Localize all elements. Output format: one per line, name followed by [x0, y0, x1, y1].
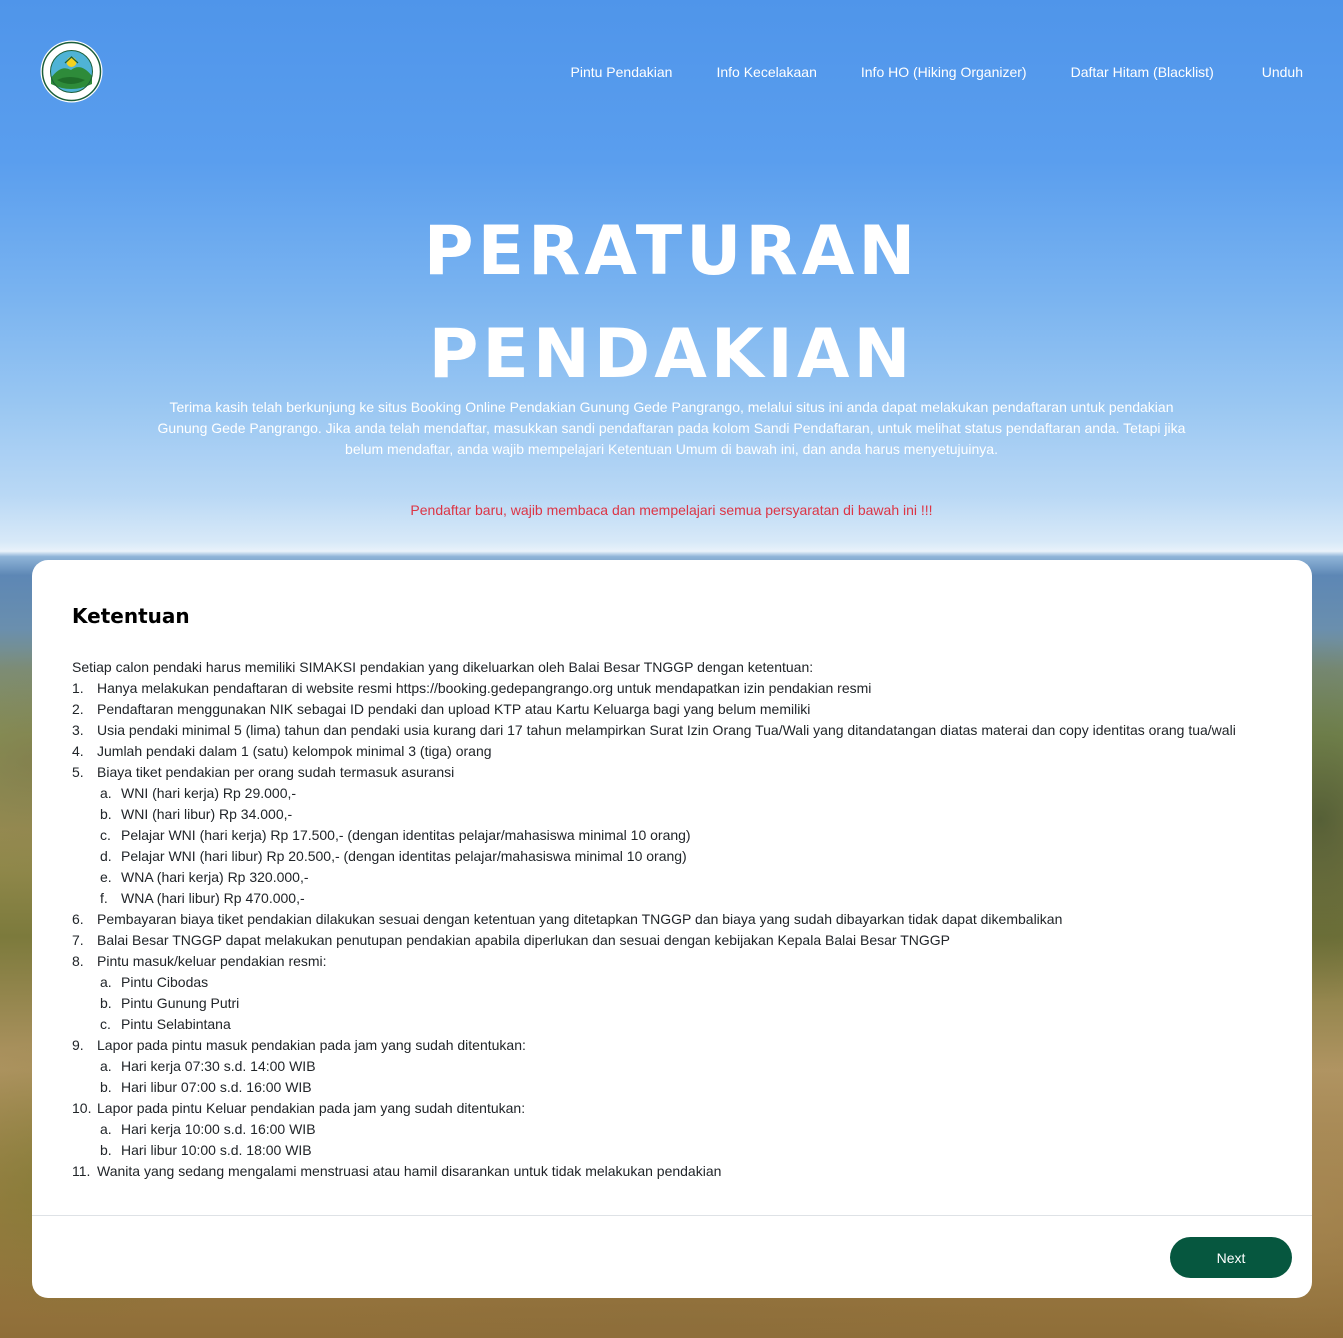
- rule-subitem: b. Pintu Gunung Putri: [72, 993, 1282, 1014]
- rule-subitem-letter: c.: [100, 827, 111, 843]
- rules-card-body: Ketentuan Setiap calon pendaki harus mem…: [72, 604, 1282, 1182]
- rule-subitem-text: Hari kerja 10:00 s.d. 16:00 WIB: [121, 1121, 316, 1137]
- rule-item: 1. Hanya melakukan pendaftaran di website…: [72, 678, 1282, 699]
- rule-subitem-letter: e.: [100, 869, 112, 885]
- rule-subitem: d. Pelajar WNI (hari libur) Rp 20.500,- (…: [72, 846, 1282, 867]
- rule-item: 5. Biaya tiket pendakian per orang sudah …: [72, 762, 1282, 783]
- rule-number: 2.: [72, 701, 84, 717]
- rule-text: Balai Besar TNGGP dapat melakukan penutu…: [97, 932, 951, 948]
- rule-subitem-text: WNI (hari libur) Rp 34.000,-: [121, 806, 293, 822]
- rule-subitem-letter: b.: [100, 1142, 112, 1158]
- rule-item: 8. Pintu masuk/keluar pendakian resmi:: [72, 951, 1282, 972]
- rule-item: 6. Pembayaran biaya tiket pendakian dilak…: [72, 909, 1282, 930]
- rule-subitem-text: Pelajar WNI (hari libur) Rp 20.500,- (de…: [121, 848, 687, 864]
- rule-number: 10.: [72, 1100, 92, 1116]
- rule-item: 4. Jumlah pendaki dalam 1 (satu) kelompok…: [72, 741, 1282, 762]
- rule-number: 4.: [72, 743, 84, 759]
- nav-link-unduh[interactable]: Unduh: [1262, 62, 1303, 82]
- rule-item: 7. Balai Besar TNGGP dapat melakukan penu…: [72, 930, 1282, 951]
- rules-intro: Setiap calon pendaki harus memiliki SIMA…: [72, 659, 814, 675]
- hero-title-line-2: PENDAKIAN: [428, 315, 915, 394]
- rule-subitem: b. Hari libur 10:00 s.d. 18:00 WIB: [72, 1140, 1282, 1161]
- rule-subitem: b. Hari libur 07:00 s.d. 16:00 WIB: [72, 1077, 1282, 1098]
- navbar: Pintu Pendakian Info Kecelakaan Info HO …: [0, 0, 1343, 145]
- registration-warning: Pendaftar baru, wajib membaca dan mempel…: [410, 502, 933, 518]
- rule-subitem-text: Pelajar WNI (hari kerja) Rp 17.500,- (de…: [121, 827, 691, 843]
- rules-title: Ketentuan: [72, 604, 190, 628]
- nav-menu: Pintu Pendakian Info Kecelakaan Info HO …: [571, 62, 1304, 82]
- rule-subitem: c. Pelajar WNI (hari kerja) Rp 17.500,- (…: [72, 825, 1282, 846]
- park-logo-emblem: [40, 40, 103, 103]
- rule-number: 1.: [72, 680, 84, 696]
- rule-number: 6.: [72, 911, 84, 927]
- rule-item: 11. Wanita yang sedang mengalami menstrua…: [72, 1161, 1282, 1182]
- rule-item: 2. Pendaftaran menggunakan NIK sebagai ID…: [72, 699, 1282, 720]
- rule-subitem-text: WNA (hari libur) Rp 470.000,-: [121, 890, 305, 906]
- rule-subitem-text: WNI (hari kerja) Rp 29.000,-: [121, 785, 297, 801]
- rule-subitem: a. WNI (hari kerja) Rp 29.000,-: [72, 783, 1282, 804]
- rule-subitem-letter: a.: [100, 974, 112, 990]
- rule-item: 9. Lapor pada pintu masuk pendakian pada …: [72, 1035, 1282, 1056]
- hero-title-line-1: PERATURAN: [423, 212, 920, 291]
- rule-number: 9.: [72, 1037, 84, 1053]
- rule-subitem-letter: a.: [100, 1121, 112, 1137]
- rule-text: Pintu masuk/keluar pendakian resmi:: [97, 953, 327, 969]
- hero-title: PERATURAN PENDAKIAN: [0, 200, 1343, 406]
- rule-subitem-letter: c.: [100, 1016, 111, 1032]
- rule-subitem-text: WNA (hari kerja) Rp 320.000,-: [121, 869, 309, 885]
- rule-subitem: a. Hari kerja 10:00 s.d. 16:00 WIB: [72, 1119, 1282, 1140]
- hero-description: Terima kasih telah berkunjung ke situs B…: [157, 399, 1186, 457]
- rule-subitem: a. Pintu Cibodas: [72, 972, 1282, 993]
- rule-subitem-letter: b.: [100, 806, 112, 822]
- rule-text: Pendaftaran menggunakan NIK sebagai ID p…: [97, 701, 811, 717]
- rule-subitem-letter: a.: [100, 785, 112, 801]
- rule-item: 10. Lapor pada pintu Keluar pendakian pad…: [72, 1098, 1282, 1119]
- rule-text: Lapor pada pintu masuk pendakian pada ja…: [97, 1037, 526, 1053]
- rule-text: Usia pendaki minimal 5 (lima) tahun dan …: [97, 722, 1236, 738]
- rule-text: Jumlah pendaki dalam 1 (satu) kelompok m…: [97, 743, 492, 759]
- rule-number: 3.: [72, 722, 84, 738]
- rule-subitem-text: Hari kerja 07:30 s.d. 14:00 WIB: [121, 1058, 316, 1074]
- rule-text: Wanita yang sedang mengalami menstruasi …: [97, 1163, 722, 1179]
- rule-text: Pembayaran biaya tiket pendakian dilakuk…: [97, 911, 1063, 927]
- rules-card-footer: Next: [32, 1215, 1312, 1298]
- rule-subitem-text: Hari libur 10:00 s.d. 18:00 WIB: [121, 1142, 312, 1158]
- rule-subitem-text: Pintu Selabintana: [121, 1016, 231, 1032]
- nav-link-daftar-hitam[interactable]: Daftar Hitam (Blacklist): [1071, 62, 1214, 82]
- rule-subitem: b. WNI (hari libur) Rp 34.000,-: [72, 804, 1282, 825]
- nav-link-info-ho[interactable]: Info HO (Hiking Organizer): [861, 62, 1027, 82]
- rule-subitem-text: Hari libur 07:00 s.d. 16:00 WIB: [121, 1079, 312, 1095]
- rule-text: Biaya tiket pendakian per orang sudah te…: [97, 764, 455, 780]
- rule-item: 3. Usia pendaki minimal 5 (lima) tahun da…: [72, 720, 1282, 741]
- rule-subitem-text: Pintu Gunung Putri: [121, 995, 240, 1011]
- rule-subitem-letter: f.: [100, 890, 108, 906]
- rule-number: 7.: [72, 932, 84, 948]
- rule-subitem-text: Pintu Cibodas: [121, 974, 209, 990]
- rule-number: 8.: [72, 953, 84, 969]
- rule-subitem-letter: b.: [100, 1079, 112, 1095]
- nav-link-pintu-pendakian[interactable]: Pintu Pendakian: [571, 62, 673, 82]
- rule-subitem-letter: a.: [100, 1058, 112, 1074]
- nav-link-info-kecelakaan[interactable]: Info Kecelakaan: [716, 62, 816, 82]
- rule-subitem-letter: d.: [100, 848, 112, 864]
- rule-subitem-letter: b.: [100, 995, 112, 1011]
- rule-subitem: f. WNA (hari libur) Rp 470.000,-: [72, 888, 1282, 909]
- next-button[interactable]: Next: [1170, 1237, 1292, 1278]
- rule-subitem: e. WNA (hari kerja) Rp 320.000,-: [72, 867, 1282, 888]
- park-logo[interactable]: [39, 40, 104, 103]
- rules-list: 1. Hanya melakukan pendaftaran di website…: [72, 678, 1282, 1182]
- rule-number: 5.: [72, 764, 84, 780]
- rule-text: Hanya melakukan pendaftaran di website r…: [97, 680, 872, 696]
- rule-subitem: a. Hari kerja 07:30 s.d. 14:00 WIB: [72, 1056, 1282, 1077]
- rule-number: 11.: [72, 1163, 91, 1179]
- rule-subitem: c. Pintu Selabintana: [72, 1014, 1282, 1035]
- rules-card: Ketentuan Setiap calon pendaki harus mem…: [32, 560, 1312, 1298]
- rule-text: Lapor pada pintu Keluar pendakian pada j…: [97, 1100, 526, 1116]
